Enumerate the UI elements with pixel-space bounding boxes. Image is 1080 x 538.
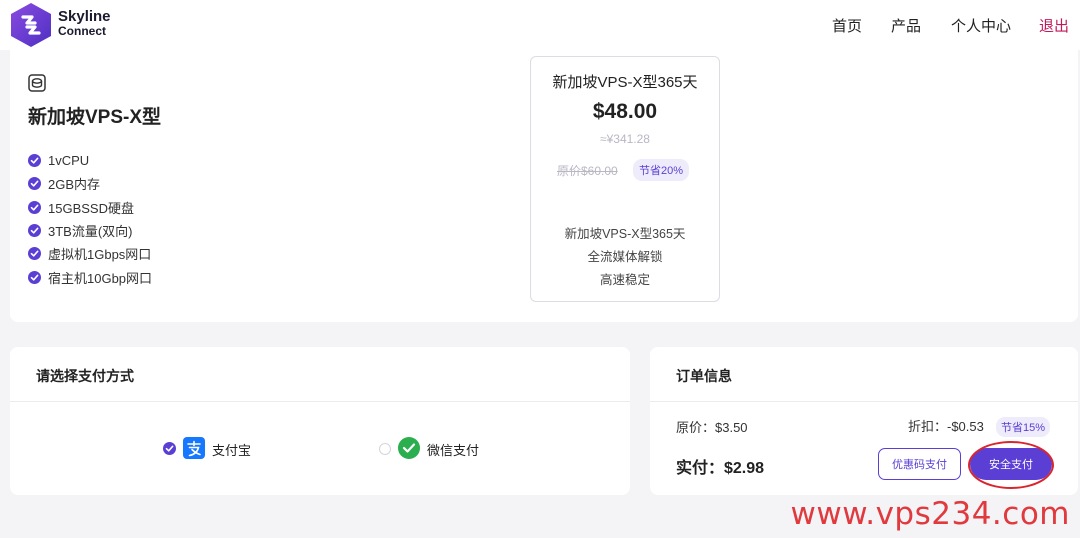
- feature-label: 3TB流量(双向): [48, 224, 133, 240]
- check-icon: [28, 200, 41, 214]
- feature-label: 15GBSSD硬盘: [48, 200, 134, 216]
- nav-home[interactable]: 首页: [832, 15, 862, 36]
- divider: [10, 401, 630, 402]
- brand-line2: Connect: [58, 24, 106, 38]
- feature-item: 2GB内存: [28, 172, 152, 195]
- actual-price: 实付：$2.98: [676, 460, 765, 477]
- feature-item: 1vCPU: [28, 149, 152, 172]
- top-nav-bar: Skyline Connect 首页 产品 个人中心 退出: [0, 0, 1080, 50]
- discount-text: 折扣：-$0.53: [908, 419, 984, 434]
- order-info-card: 订单信息 原价：$3.50 折扣：-$0.53 节省15% 实付：$2.98 优…: [650, 347, 1078, 495]
- plan-price-cny: ≈¥341.28: [600, 132, 650, 146]
- feature-item: 3TB流量(双向): [28, 219, 152, 242]
- alipay-label[interactable]: 支付宝: [212, 440, 251, 459]
- feature-item: 宿主机10Gbp网口: [28, 265, 152, 288]
- nav-account[interactable]: 个人中心: [951, 15, 1011, 36]
- brand-name: Skyline Connect: [58, 8, 111, 38]
- plan-desc-line: 全流媒体解锁: [587, 250, 663, 264]
- original-price: 原价$60.00: [557, 164, 618, 178]
- wechat-label[interactable]: 微信支付: [427, 440, 479, 459]
- nav-logout[interactable]: 退出: [1039, 15, 1069, 36]
- save-badge: 节省20%: [633, 159, 690, 181]
- alipay-radio[interactable]: [163, 442, 176, 455]
- feature-item: 虚拟机1Gbps网口: [28, 242, 152, 265]
- watermark: www.vps234.com: [790, 496, 1070, 532]
- feature-label: 宿主机10Gbp网口: [48, 270, 153, 286]
- check-icon: [28, 247, 41, 261]
- plan-price: $48.00: [592, 100, 658, 123]
- discount-badge: 节省15%: [996, 417, 1051, 437]
- payment-title: 请选择支付方式: [36, 368, 134, 384]
- plan-price-card[interactable]: 新加坡VPS-X型365天 $48.00 ≈¥341.28 原价$60.00 节…: [530, 56, 720, 302]
- product-name: 新加坡VPS-X型: [28, 107, 162, 128]
- check-icon: [28, 177, 41, 191]
- wechat-icon[interactable]: [398, 437, 420, 459]
- check-icon: [28, 270, 41, 284]
- skyline-logo[interactable]: [10, 2, 52, 48]
- feature-label: 虚拟机1Gbps网口: [48, 247, 152, 263]
- coupon-pay-button[interactable]: 优惠码支付: [878, 448, 961, 480]
- feature-label: 2GB内存: [48, 177, 101, 193]
- wechat-radio[interactable]: [379, 443, 391, 455]
- server-icon: [28, 74, 46, 92]
- divider: [650, 401, 1078, 402]
- nav-products[interactable]: 产品: [891, 15, 921, 36]
- order-title: 订单信息: [676, 368, 732, 384]
- alipay-icon[interactable]: [183, 437, 205, 459]
- feature-label: 1vCPU: [48, 153, 90, 169]
- feature-list: 1vCPU 2GB内存 15GBSSD硬盘 3TB流量(双向) 虚拟机1Gbps…: [28, 149, 152, 289]
- check-icon: [28, 154, 41, 168]
- plan-desc-line: 新加坡VPS-X型365天: [564, 227, 686, 241]
- brand-line1: Skyline: [58, 8, 111, 25]
- plan-desc-line: 高速稳定: [599, 273, 650, 287]
- original-price-text: 原价：$3.50: [676, 420, 748, 435]
- feature-item: 15GBSSD硬盘: [28, 196, 152, 219]
- payment-method-card: 请选择支付方式 支付宝 微信支付: [10, 347, 630, 495]
- secure-pay-button[interactable]: 安全支付: [970, 448, 1052, 480]
- check-icon: [28, 224, 41, 238]
- plan-title: 新加坡VPS-X型365天: [552, 74, 698, 91]
